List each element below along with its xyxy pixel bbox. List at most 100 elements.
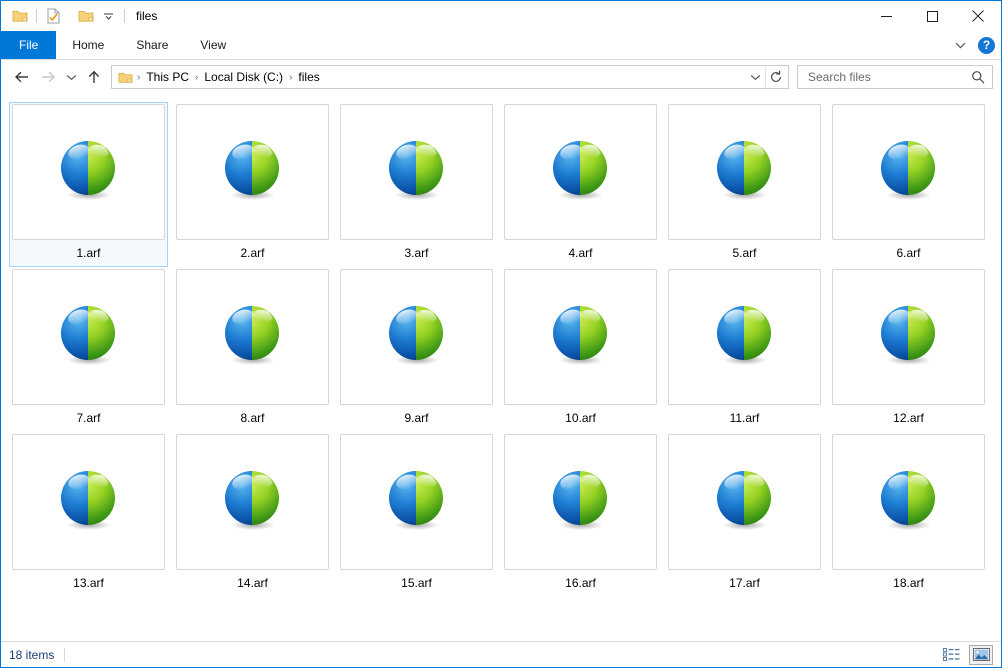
search-box[interactable]: [797, 65, 993, 89]
file-tile-5-arf[interactable]: 5.arf: [665, 102, 824, 267]
file-tile-3-arf[interactable]: 3.arf: [337, 102, 496, 267]
sphere-file-icon: [57, 138, 121, 206]
sphere-file-icon: [713, 303, 777, 371]
file-name-label: 11.arf: [729, 411, 760, 425]
window-controls: [863, 1, 1001, 31]
file-list-area[interactable]: 1.arf 2.arf 3.arf 4.arf 5.arf 6.arf 7.ar…: [1, 94, 1001, 641]
file-tile-7-arf[interactable]: 7.arf: [9, 267, 168, 432]
sphere-file-icon: [385, 138, 449, 206]
folder-icon-2[interactable]: [75, 5, 97, 27]
sphere-file-icon: [549, 468, 613, 536]
file-name-label: 14.arf: [237, 576, 268, 590]
tab-home[interactable]: Home: [56, 31, 120, 59]
file-thumbnail: [176, 104, 329, 240]
file-thumbnail: [504, 104, 657, 240]
folder-icon[interactable]: [9, 5, 31, 27]
forward-button: [35, 64, 61, 90]
file-tile-18-arf[interactable]: 18.arf: [829, 432, 988, 597]
qat-divider-3: [124, 9, 125, 23]
file-name-label: 12.arf: [893, 411, 924, 425]
file-tile-14-arf[interactable]: 14.arf: [173, 432, 332, 597]
file-name-label: 15.arf: [401, 576, 432, 590]
file-tile-8-arf[interactable]: 8.arf: [173, 267, 332, 432]
chevron-down-icon[interactable]: [97, 5, 119, 27]
search-input[interactable]: [806, 69, 968, 85]
file-name-label: 9.arf: [404, 411, 429, 425]
sphere-file-icon: [221, 303, 285, 371]
large-icons-view-button[interactable]: [969, 644, 993, 665]
file-tile-17-arf[interactable]: 17.arf: [665, 432, 824, 597]
explorer-window: files File Home Share View ? › This PC ›…: [0, 0, 1002, 668]
file-tile-6-arf[interactable]: 6.arf: [829, 102, 988, 267]
breadcrumb-dropdown-icon[interactable]: [745, 66, 765, 88]
breadcrumb[interactable]: › This PC › Local Disk (C:) › files: [111, 65, 789, 89]
file-name-label: 5.arf: [732, 246, 757, 260]
ribbon-tab-bar: File Home Share View ?: [1, 31, 1001, 60]
refresh-icon[interactable]: [765, 66, 786, 88]
help-icon[interactable]: ?: [978, 36, 995, 54]
file-thumbnail: [176, 269, 329, 405]
sphere-file-icon: [549, 138, 613, 206]
file-tile-15-arf[interactable]: 15.arf: [337, 432, 496, 597]
sphere-file-icon: [549, 303, 613, 371]
status-bar: 18 items: [1, 641, 1001, 667]
file-thumbnail: [504, 269, 657, 405]
details-view-button[interactable]: [939, 645, 963, 665]
file-tile-1-arf[interactable]: 1.arf: [9, 102, 168, 267]
close-button[interactable]: [955, 1, 1001, 31]
breadcrumb-item-this-pc[interactable]: This PC: [142, 70, 193, 84]
sphere-file-icon: [877, 468, 941, 536]
tab-share[interactable]: Share: [120, 31, 184, 59]
properties-icon[interactable]: [42, 5, 64, 27]
file-name-label: 4.arf: [568, 246, 593, 260]
file-tile-16-arf[interactable]: 16.arf: [501, 432, 660, 597]
breadcrumb-item-local-disk[interactable]: Local Disk (C:): [200, 70, 287, 84]
recent-locations-icon[interactable]: [61, 64, 81, 90]
up-button[interactable]: [81, 64, 107, 90]
breadcrumb-separator-1[interactable]: ›: [193, 72, 200, 83]
file-tile-13-arf[interactable]: 13.arf: [9, 432, 168, 597]
title-bar: files: [1, 1, 1001, 31]
sphere-file-icon: [57, 303, 121, 371]
search-icon[interactable]: [968, 70, 988, 84]
file-thumbnail: [668, 269, 821, 405]
breadcrumb-separator-2[interactable]: ›: [287, 72, 294, 83]
file-tile-4-arf[interactable]: 4.arf: [501, 102, 660, 267]
file-tile-2-arf[interactable]: 2.arf: [173, 102, 332, 267]
sphere-file-icon: [713, 138, 777, 206]
file-name-label: 18.arf: [893, 576, 924, 590]
breadcrumb-folder-icon: [116, 71, 135, 84]
file-thumbnail: [12, 434, 165, 570]
file-name-label: 13.arf: [73, 576, 104, 590]
breadcrumb-separator-0: ›: [137, 71, 141, 83]
file-tile-12-arf[interactable]: 12.arf: [829, 267, 988, 432]
file-name-label: 6.arf: [896, 246, 921, 260]
file-thumbnail: [668, 434, 821, 570]
status-divider: [64, 647, 66, 662]
tab-file[interactable]: File: [1, 31, 57, 59]
file-tile-9-arf[interactable]: 9.arf: [337, 267, 496, 432]
file-thumbnail: [340, 434, 493, 570]
file-thumbnail: [504, 434, 657, 570]
file-grid: 1.arf 2.arf 3.arf 4.arf 5.arf 6.arf 7.ar…: [9, 102, 1001, 597]
maximize-button[interactable]: [909, 1, 955, 31]
file-thumbnail: [176, 434, 329, 570]
file-thumbnail: [668, 104, 821, 240]
file-tile-11-arf[interactable]: 11.arf: [665, 267, 824, 432]
breadcrumb-item-files[interactable]: files: [294, 70, 323, 84]
window-title: files: [136, 9, 158, 23]
file-tile-10-arf[interactable]: 10.arf: [501, 267, 660, 432]
file-name-label: 3.arf: [404, 246, 429, 260]
file-thumbnail: [832, 104, 985, 240]
chevron-down-icon[interactable]: [951, 42, 970, 49]
sphere-file-icon: [877, 303, 941, 371]
item-count-label: 18 items: [9, 647, 55, 662]
file-thumbnail: [832, 434, 985, 570]
qat-divider-1: [36, 9, 37, 23]
tab-view[interactable]: View: [184, 31, 242, 59]
file-thumbnail: [340, 104, 493, 240]
file-thumbnail: [12, 269, 165, 405]
sphere-file-icon: [385, 468, 449, 536]
minimize-button[interactable]: [863, 1, 909, 31]
back-button[interactable]: [9, 64, 35, 90]
